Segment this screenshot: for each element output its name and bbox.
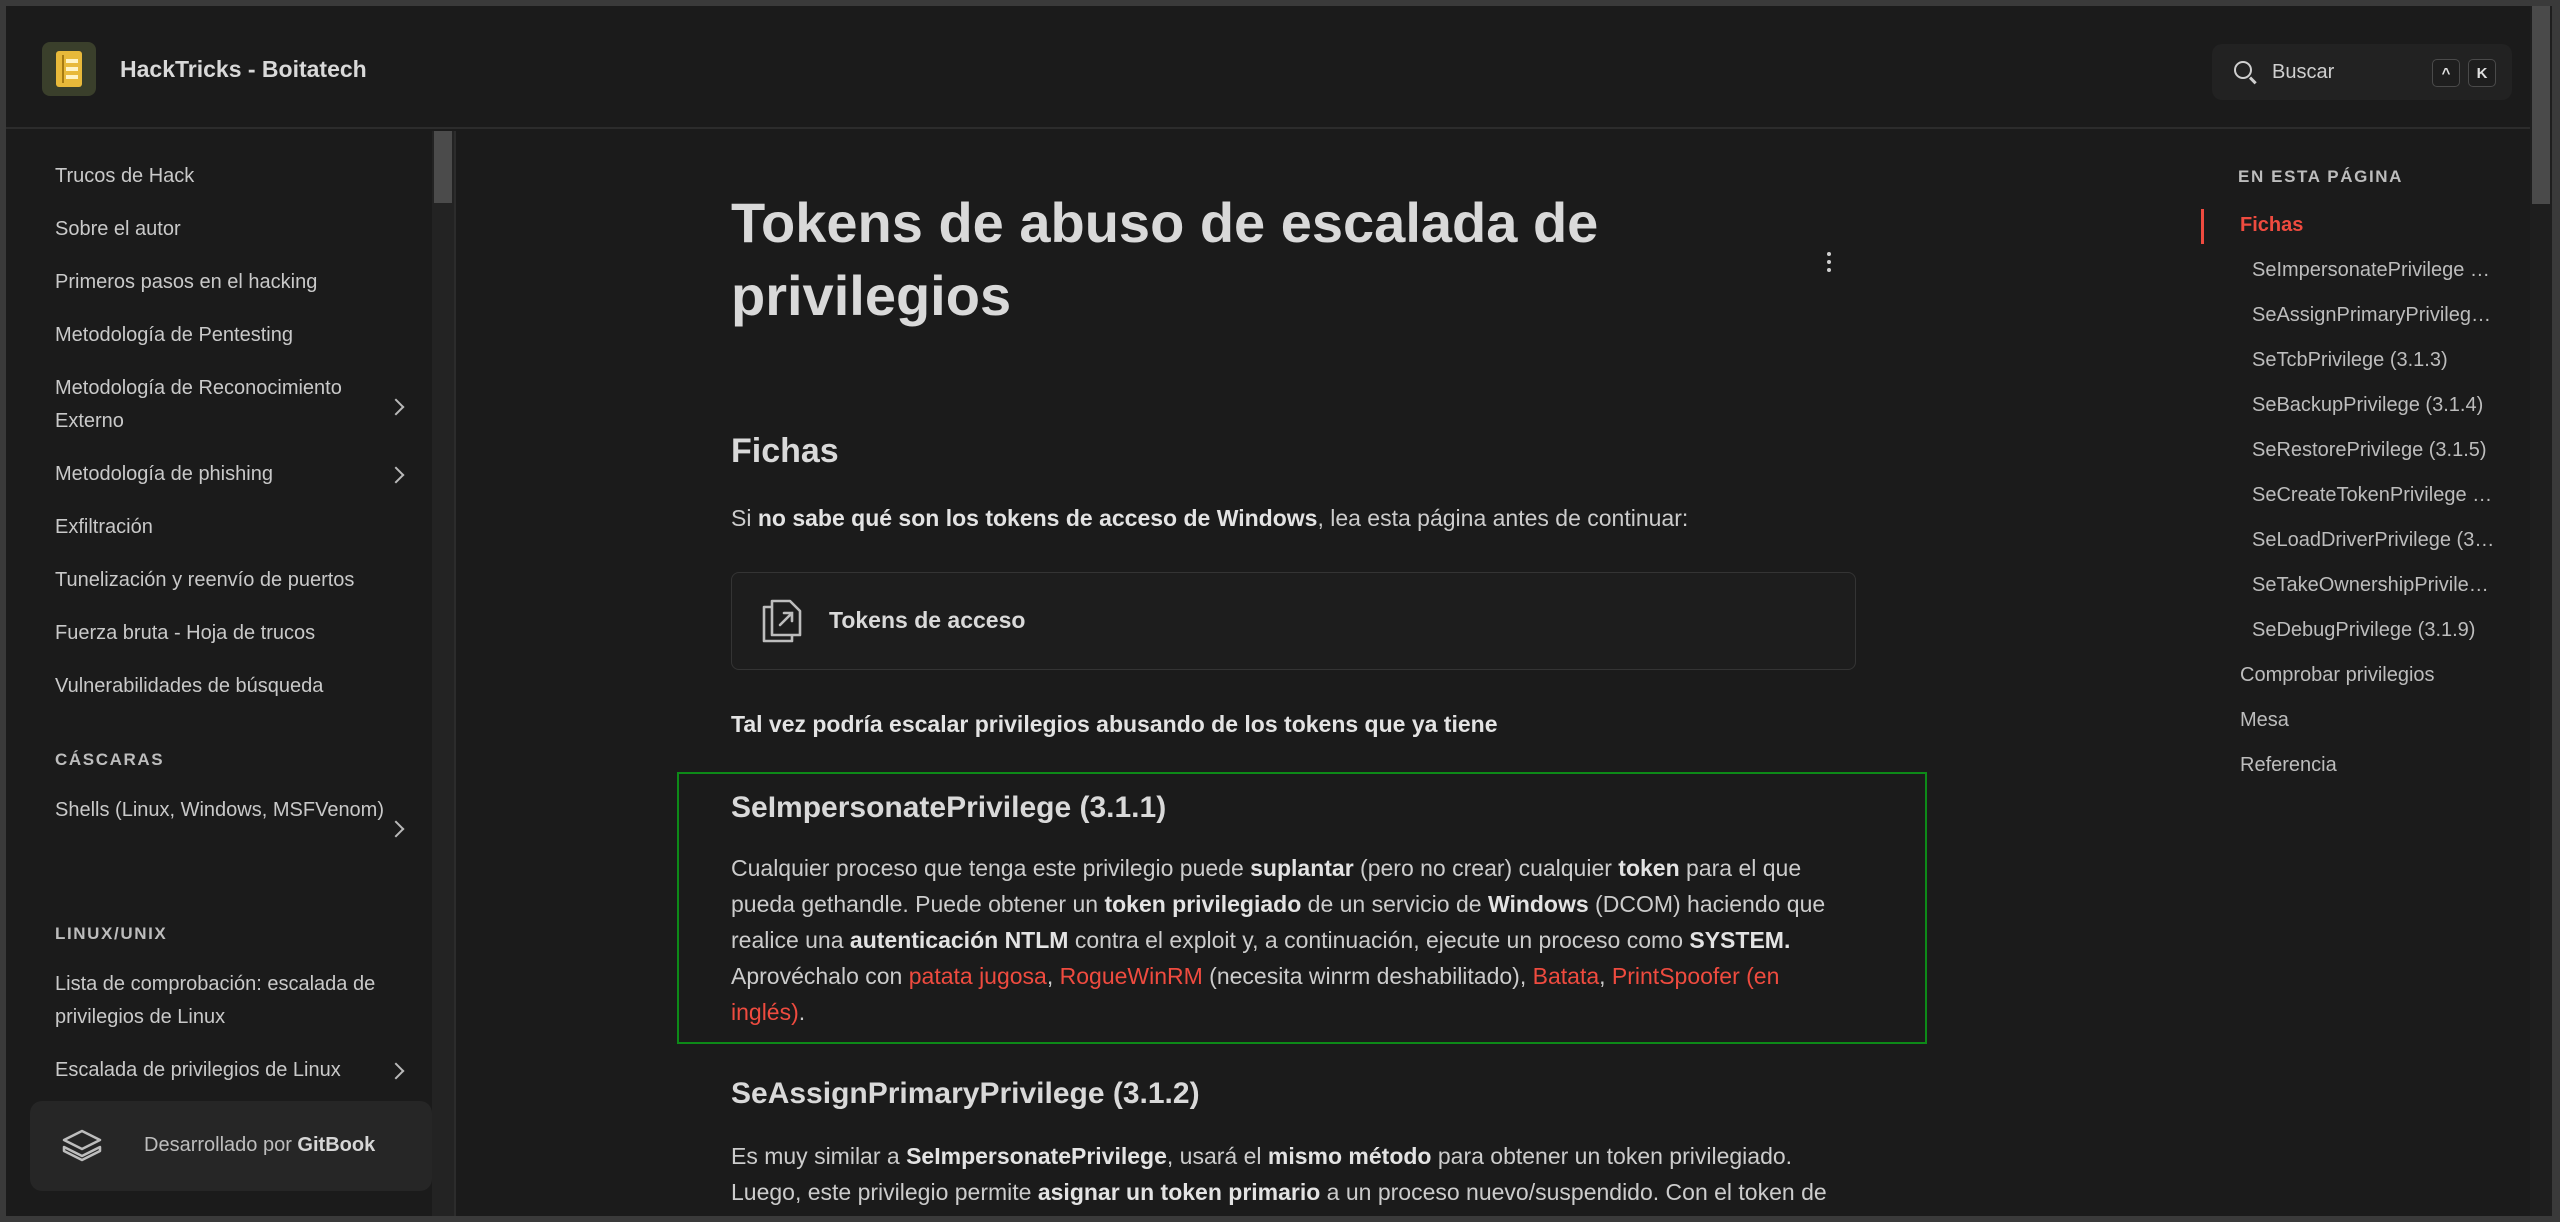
external-document-icon — [762, 599, 802, 643]
sidebar-item-checklist-linux[interactable]: Lista de comprobación: escalada de privi… — [55, 968, 405, 1034]
toc-item-setakeownership[interactable]: SeTakeOwnershipPrivilege (3.1.8) — [2252, 574, 2496, 597]
page-title: Tokens de abuso de escalada de privilegi… — [731, 191, 1599, 327]
sidebar-nav: Trucos de Hack Sobre el autor Primeros p… — [6, 131, 456, 1216]
impersonate-paragraph: Cualquier proceso que tenga este privile… — [731, 855, 1826, 1025]
toc-active-indicator — [2201, 209, 2204, 244]
search-label: Buscar — [2272, 61, 2335, 83]
card-label: Tokens de acceso — [829, 607, 1026, 633]
sidebar-item-sobre-el-autor[interactable]: Sobre el autor — [55, 213, 415, 246]
gitbook-logo-icon — [62, 1129, 102, 1162]
sidebar-item-exfiltracion[interactable]: Exfiltración — [55, 511, 415, 544]
site-title[interactable]: HackTricks - Boitatech — [120, 56, 367, 83]
toc-heading: EN ESTA PÁGINA — [2238, 167, 2404, 186]
top-header: HackTricks - Boitatech Buscar ^ K — [6, 6, 2534, 129]
toc-item-seloaddriver[interactable]: SeLoadDriverPrivilege (3.1.7) — [2252, 529, 2496, 552]
sidebar-scrollbar-thumb[interactable] — [434, 131, 452, 203]
sidebar-item-fuerza-bruta[interactable]: Fuerza bruta - Hoja de trucos — [55, 617, 415, 650]
toc-item-referencia[interactable]: Referencia — [2240, 754, 2500, 777]
toc-item-seimpersonate[interactable]: SeImpersonatePrivilege (3.1.1) — [2252, 259, 2496, 282]
link-patata-jugosa[interactable]: patata jugosa — [909, 963, 1047, 989]
sidebar-item-reconocimiento-externo[interactable]: Metodología de Reconocimiento Externo — [55, 372, 385, 438]
search-icon — [2234, 61, 2252, 79]
toc-item-sedebug[interactable]: SeDebugPrivilege (3.1.9) — [2252, 619, 2496, 642]
link-roguewinrm[interactable]: RogueWinRM — [1060, 963, 1203, 989]
shortcut-k-key: K — [2468, 59, 2496, 87]
heading-seimpersonate: SeImpersonatePrivilege (3.1.1) — [731, 791, 1167, 824]
sidebar-item-trucos-de-hack[interactable]: Trucos de Hack — [55, 160, 415, 193]
bold-hint: Tal vez podría escalar privilegios abusa… — [731, 711, 1498, 737]
sidebar-section-cascaras: CÁSCARAS — [55, 750, 165, 769]
sidebar-scrollbar[interactable] — [432, 131, 454, 1216]
toc-item-seassignprimary[interactable]: SeAssignPrimaryPrivilege (3.1.2) — [2252, 304, 2496, 327]
toc-item-fichas[interactable]: Fichas — [2240, 214, 2500, 237]
sidebar-item-primeros-pasos[interactable]: Primeros pasos en el hacking — [55, 266, 415, 299]
toc-item-mesa[interactable]: Mesa — [2240, 709, 2500, 732]
section-heading-fichas: Fichas — [731, 432, 839, 470]
toc-item-serestore[interactable]: SeRestorePrivilege (3.1.5) — [2252, 439, 2496, 462]
chevron-right-icon[interactable] — [387, 820, 405, 838]
sidebar-item-vulnerabilidades[interactable]: Vulnerabilidades de búsqueda — [55, 670, 415, 703]
site-logo-icon[interactable] — [42, 42, 96, 96]
sidebar-item-phishing[interactable]: Metodología de phishing — [55, 458, 415, 491]
sidebar-item-shells[interactable]: Shells (Linux, Windows, MSFVenom) — [55, 794, 385, 827]
toc-item-secreatetoken[interactable]: SeCreateTokenPrivilege (3.1.6) — [2252, 484, 2496, 507]
search-button[interactable]: Buscar ^ K — [2212, 44, 2512, 100]
toc-item-comprobar-privilegios[interactable]: Comprobar privilegios — [2240, 664, 2500, 687]
shortcut-ctrl-key: ^ — [2432, 59, 2460, 87]
content-ref-card[interactable]: Tokens de acceso — [731, 572, 1856, 670]
assign-paragraph: Es muy similar a SeImpersonatePrivilege,… — [731, 1143, 1827, 1205]
powered-by-gitbook[interactable]: Desarrollado por GitBook — [30, 1101, 432, 1191]
gitbook-label: Desarrollado por GitBook — [144, 1134, 376, 1156]
more-options-icon[interactable] — [1827, 252, 1831, 272]
sidebar-item-tunelizacion[interactable]: Tunelización y reenvío de puertos — [55, 564, 415, 597]
sidebar-item-escalada-linux[interactable]: Escalada de privilegios de Linux — [55, 1054, 415, 1087]
toc-item-sebackup[interactable]: SeBackupPrivilege (3.1.4) — [2252, 394, 2496, 417]
sidebar-section-linux-unix: LINUX/UNIX — [55, 924, 168, 943]
link-batata[interactable]: Batata — [1533, 963, 1600, 989]
page-scrollbar-thumb[interactable] — [2532, 6, 2550, 204]
chevron-right-icon[interactable] — [387, 398, 405, 416]
sidebar-item-metodologia-pentesting[interactable]: Metodología de Pentesting — [55, 319, 415, 352]
toc-item-setcb[interactable]: SeTcbPrivilege (3.1.3) — [2252, 349, 2496, 372]
intro-paragraph: Si no sabe qué son los tokens de acceso … — [731, 505, 1689, 531]
heading-seassignprimary: SeAssignPrimaryPrivilege (3.1.2) — [731, 1077, 1200, 1110]
